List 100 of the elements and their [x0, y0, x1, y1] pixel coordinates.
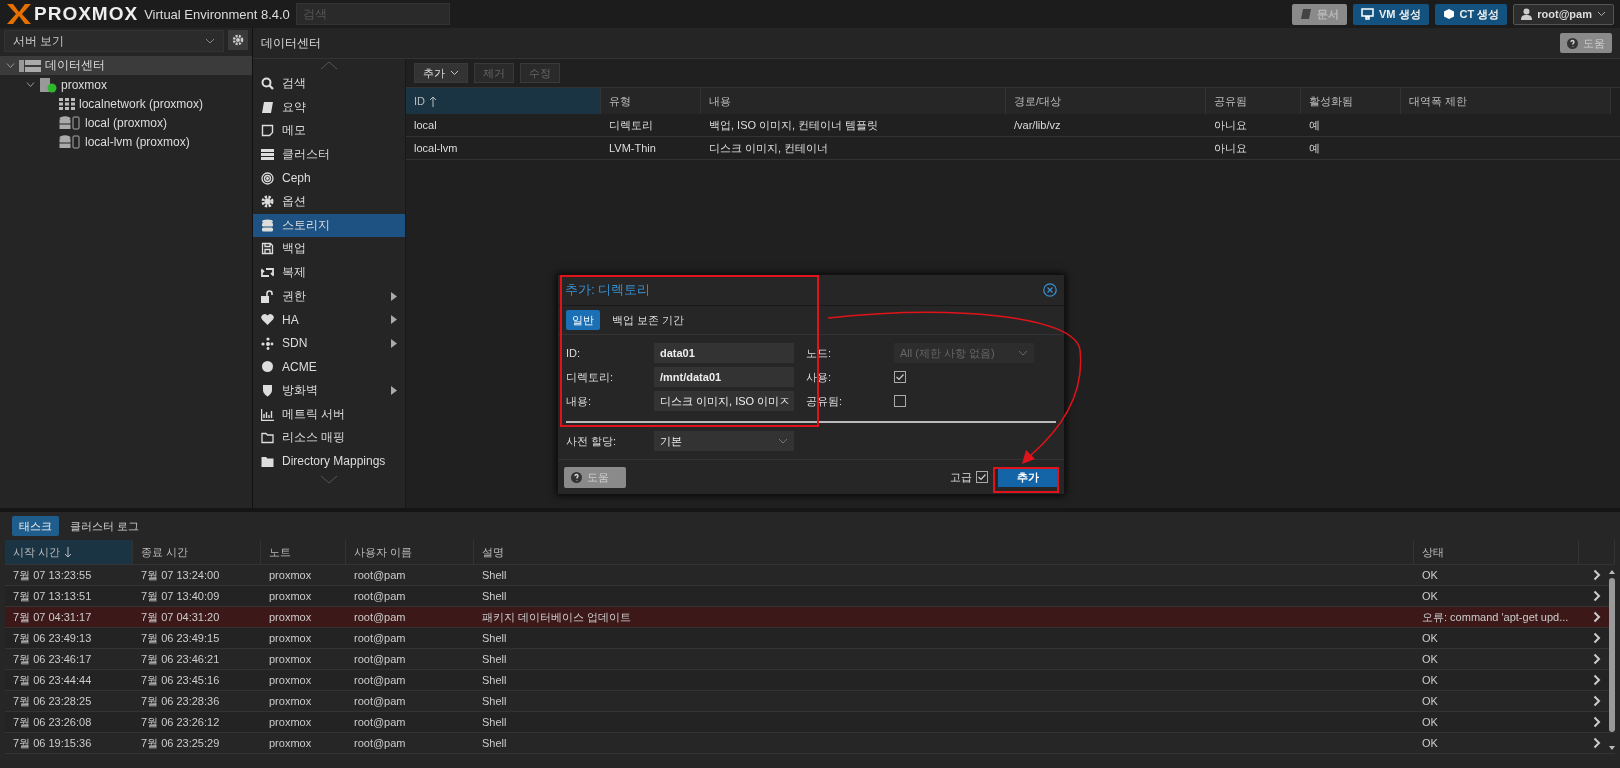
nav-item[interactable]: SDN: [253, 331, 405, 356]
chevron-right-icon[interactable]: [1593, 716, 1601, 728]
nav-item[interactable]: 검색: [253, 72, 405, 96]
nav-item[interactable]: 스토리지: [253, 213, 405, 238]
select-field[interactable]: 디스크 이미지, ISO 이미ㅈ: [654, 391, 794, 411]
chevron-right-icon[interactable]: [1593, 695, 1601, 707]
nav-item[interactable]: 메모: [253, 119, 405, 143]
tree-label: 데이터센터: [45, 57, 105, 74]
checkbox[interactable]: [894, 371, 906, 383]
table-cell: OK: [1422, 695, 1438, 707]
tree-item[interactable]: proxmox: [0, 75, 252, 94]
table-cell: 7월 06 23:25:29: [141, 735, 220, 751]
view-select[interactable]: 서버 보기: [4, 30, 224, 52]
user-menu-button[interactable]: root@pam: [1513, 3, 1614, 25]
tree-item[interactable]: 데이터센터: [0, 56, 252, 75]
column-header[interactable]: 설명: [474, 540, 1414, 564]
column-header[interactable]: 종료 시간: [133, 540, 261, 564]
input-field[interactable]: /mnt/data01: [654, 367, 794, 387]
header-button[interactable]: VM 생성: [1352, 3, 1429, 25]
table-cell: local-lvm: [414, 142, 458, 154]
toolbar-button[interactable]: 추가: [414, 63, 468, 83]
tree-item[interactable]: local (proxmox): [0, 113, 252, 132]
table-cell: 7월 07 13:40:09: [141, 588, 220, 604]
chevron-right-icon[interactable]: [1593, 569, 1601, 581]
table-cell: Shell: [482, 674, 507, 686]
book-icon: [1299, 8, 1312, 20]
column-header[interactable]: 사용자 이름: [346, 540, 474, 564]
column-header[interactable]: 공유됨: [1206, 88, 1301, 114]
chevron-right-icon[interactable]: [1593, 674, 1601, 686]
table-cell: proxmox: [269, 674, 312, 686]
folderfill-icon: [261, 454, 274, 468]
grid-icon: [59, 97, 75, 110]
nav-item[interactable]: Directory Mappings: [253, 449, 405, 474]
chevron-right-icon[interactable]: [1593, 737, 1601, 749]
table-cell: 아니요: [1214, 117, 1247, 133]
checkbox[interactable]: [894, 395, 906, 407]
column-header[interactable]: 내용: [701, 88, 1006, 114]
table-cell: root@pam: [354, 674, 406, 686]
table-cell: 예: [1309, 117, 1320, 133]
tab[interactable]: 클러스터 로그: [63, 516, 147, 536]
nav-item[interactable]: 클러스터: [253, 142, 405, 167]
table-cell: root@pam: [354, 737, 406, 749]
note-icon: [261, 124, 274, 138]
server-ok-icon: [39, 76, 57, 93]
book-icon: [261, 100, 274, 114]
chevron-right-icon[interactable]: [1593, 590, 1601, 602]
table-cell: 백업, ISO 이미지, 컨테이너 템플릿: [709, 117, 879, 133]
column-header[interactable]: 유형: [601, 88, 701, 114]
caret-icon: [450, 70, 459, 76]
table-cell: 디렉토리: [609, 117, 653, 133]
database-icon: [59, 134, 81, 149]
table-cell: 7월 06 23:26:12: [141, 714, 220, 730]
table-cell: Shell: [482, 653, 507, 665]
checkbox-label: 고급: [950, 469, 972, 485]
table-cell: OK: [1422, 716, 1438, 728]
chevron-right-icon[interactable]: [1593, 611, 1601, 623]
input-field[interactable]: data01: [654, 343, 794, 363]
nav-item[interactable]: Ceph: [253, 166, 405, 190]
nav-item[interactable]: ACME: [253, 355, 405, 379]
nav-item[interactable]: 요약: [253, 95, 405, 120]
column-header[interactable]: 대역폭 제한: [1401, 88, 1611, 114]
column-header[interactable]: ID: [406, 88, 601, 114]
heart-icon: [261, 313, 274, 327]
table-cell: 7월 06 23:45:16: [141, 672, 220, 688]
add-button[interactable]: 추가: [998, 467, 1058, 487]
tab[interactable]: 백업 보존 기간: [606, 310, 691, 330]
checkbox[interactable]: [976, 471, 988, 483]
table-cell: 7월 06 23:26:08: [13, 714, 92, 730]
tree-item[interactable]: local-lvm (proxmox): [0, 132, 252, 151]
tab[interactable]: 태스크: [12, 516, 59, 536]
chevron-right-icon[interactable]: [1593, 632, 1601, 644]
nav-item[interactable]: 복제: [253, 260, 405, 285]
table-cell: 디스크 이미지, 컨테이너: [709, 140, 829, 156]
nav-item[interactable]: 메트릭 서버: [253, 402, 405, 426]
table-cell: 7월 07 13:13:51: [13, 588, 92, 604]
nav-item[interactable]: 리소스 매핑: [253, 425, 405, 450]
tree-item[interactable]: localnetwork (proxmox): [0, 94, 252, 113]
header-button[interactable]: CT 생성: [1434, 3, 1508, 25]
nav-item[interactable]: HA: [253, 307, 405, 332]
select-field[interactable]: 기본: [654, 431, 794, 451]
nav-item[interactable]: 권한: [253, 284, 405, 308]
logo-icon: [6, 3, 32, 25]
column-header[interactable]: 활성화됨: [1301, 88, 1401, 114]
nav-item[interactable]: 방화벽: [253, 378, 405, 403]
chevron-right-icon[interactable]: [1593, 653, 1601, 665]
close-icon[interactable]: [1043, 283, 1057, 297]
table-cell: OK: [1422, 653, 1438, 665]
table-cell: 7월 06 19:15:36: [13, 735, 92, 751]
column-header[interactable]: 경로/대상: [1006, 88, 1206, 114]
column-header[interactable]: 상태: [1414, 540, 1579, 564]
settings-button[interactable]: [228, 30, 248, 50]
database-icon: [59, 115, 81, 130]
nav-item[interactable]: 옵션: [253, 189, 405, 214]
table-cell: OK: [1422, 569, 1438, 581]
table-cell: OK: [1422, 632, 1438, 644]
nav-item[interactable]: 백업: [253, 237, 405, 261]
column-header[interactable]: 노트: [261, 540, 346, 564]
table-cell: OK: [1422, 737, 1438, 749]
tab[interactable]: 일반: [566, 310, 600, 330]
column-header[interactable]: 시작 시간: [5, 540, 133, 564]
